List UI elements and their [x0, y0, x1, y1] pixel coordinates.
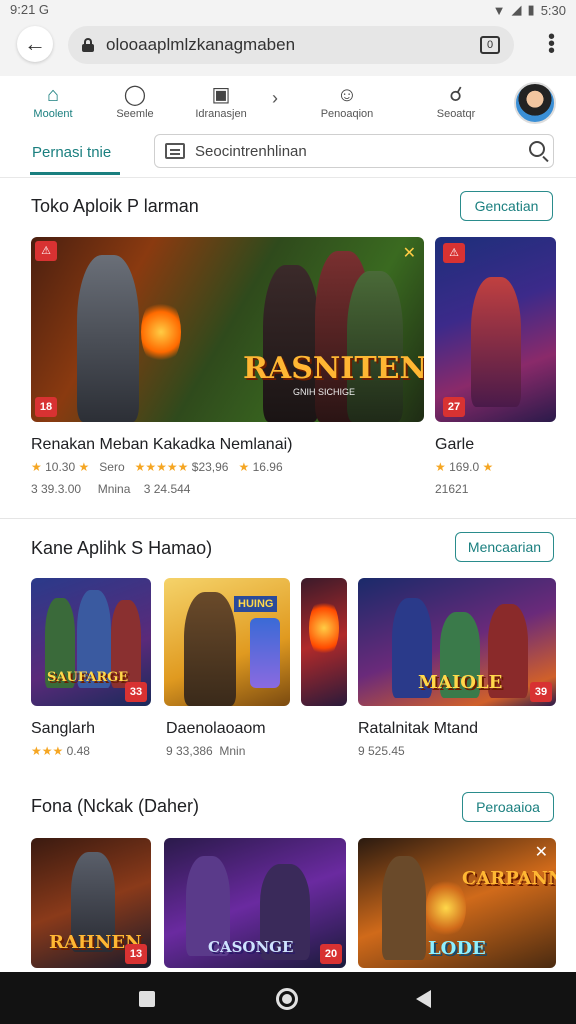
- system-nav-bar: [0, 972, 576, 1024]
- status-icons: ▼ ◢ ▮ 5:30: [493, 2, 566, 18]
- game-rating: ★★★ 0.48: [31, 744, 90, 758]
- game-downloads: 21621: [435, 482, 469, 496]
- close-icon[interactable]: ✕: [403, 243, 416, 263]
- browser-toolbar: ← olooaaplmlzkanagmaben 0 • • •: [0, 20, 576, 76]
- game-downloads: 3 39.3.00 Mnina 3 24.544: [31, 482, 191, 496]
- arrow-left-icon: ←: [24, 31, 46, 56]
- age-badge: ⚠: [443, 243, 465, 263]
- game-title[interactable]: Daenolaoaom: [166, 720, 266, 738]
- nav-item-home[interactable]: ⌂ Moolent: [28, 84, 78, 120]
- close-icon[interactable]: ✕: [535, 842, 548, 862]
- address-bar[interactable]: olooaaplmlzkanagmaben 0: [68, 26, 514, 64]
- game-card[interactable]: MAIOLE 39: [358, 578, 556, 706]
- game-art-subtitle: LODE: [428, 938, 486, 959]
- battery-icon: ▮: [527, 2, 535, 17]
- smiley-icon: ☺: [336, 84, 358, 106]
- magnifier-icon[interactable]: [529, 141, 545, 157]
- game-card[interactable]: SAUFARGE 33: [31, 578, 151, 706]
- section-title: Fona (Nckak (Daher): [31, 796, 200, 816]
- age-badge: 18: [35, 397, 57, 417]
- sub-bar: Pernasi tnie Seocintrenhlinan: [0, 134, 576, 178]
- store-icon: ▣: [211, 84, 231, 106]
- nav-item-chat[interactable]: ◯ Seemle: [110, 84, 160, 120]
- age-badge: 20: [320, 944, 342, 964]
- game-art-subtitle: GNIH SICHIGE: [293, 387, 356, 397]
- app-top-nav: ⌂ Moolent ◯ Seemle ▣ Idranasjen › ☺ Peno…: [0, 76, 576, 134]
- age-badge: 39: [530, 682, 552, 702]
- nav-item-store[interactable]: ▣ Idranasjen: [188, 84, 254, 120]
- signal-icon: ◢: [511, 2, 522, 17]
- wifi-icon: ▼: [492, 2, 506, 18]
- section-title: Kane Aplihk S Hamao): [31, 538, 213, 558]
- age-badge: 13: [125, 944, 147, 964]
- tab-switcher-button[interactable]: 0: [480, 36, 500, 54]
- game-title[interactable]: Ratalnitak Mtand: [358, 720, 478, 738]
- search-placeholder: Seocintrenhlinan: [195, 142, 307, 160]
- game-card[interactable]: CASONGE 20: [164, 838, 346, 968]
- lock-icon: [82, 38, 94, 52]
- game-title[interactable]: Garle: [435, 436, 474, 454]
- game-card[interactable]: [301, 578, 347, 706]
- status-bar: 9:21 G ▼ ◢ ▮ 5:30: [0, 0, 576, 20]
- back-triangle-icon[interactable]: [416, 990, 431, 1008]
- game-art-title: CARPANN: [462, 868, 556, 889]
- search-icon: ☌: [449, 84, 463, 106]
- game-rating: 9 525.45: [358, 744, 405, 758]
- game-card[interactable]: HUING: [164, 578, 290, 706]
- status-clock: 5:30: [540, 2, 566, 18]
- game-title[interactable]: Renakan Meban Kakadka Nemlanai): [31, 436, 292, 454]
- document-icon: [165, 143, 185, 159]
- section-more-button[interactable]: Gencatian: [460, 191, 553, 221]
- game-art-title: MAIOLE: [418, 672, 503, 693]
- avatar[interactable]: [514, 82, 556, 124]
- age-badge: ⚠: [35, 241, 57, 261]
- home-icon: ⌂: [46, 84, 60, 106]
- section-divider: [0, 518, 576, 519]
- nav-item-smiley[interactable]: ☺ Penoaqion: [314, 84, 380, 120]
- game-art-title: CASONGE: [208, 938, 294, 956]
- section-more-button[interactable]: Mencaarian: [455, 532, 554, 562]
- nav-item-label: Moolent: [33, 108, 73, 120]
- game-art-title: RASNITEN: [243, 351, 424, 386]
- game-title[interactable]: Sanglarh: [31, 720, 95, 738]
- nav-item-label: Idranasjen: [195, 108, 247, 120]
- chat-icon: ◯: [123, 84, 147, 106]
- game-card[interactable]: RAHNEN 13: [31, 838, 151, 968]
- url-text: olooaaplmlzkanagmaben: [106, 35, 296, 54]
- section-title: Toko Aploik P larman: [31, 196, 199, 216]
- age-badge: 27: [443, 397, 465, 417]
- game-card[interactable]: CARPANN LODE ✕: [358, 838, 556, 968]
- game-rating: 9 33,386 Mnin: [166, 744, 246, 758]
- recents-icon[interactable]: [139, 991, 155, 1007]
- section-more-button[interactable]: Peroaaioa: [462, 792, 554, 822]
- game-rating: ★ 169.0 ★: [435, 460, 494, 474]
- game-art-title: SAUFARGE: [47, 670, 129, 685]
- status-time: 9:21 G: [10, 2, 50, 17]
- tab-underline: [30, 172, 120, 175]
- game-art-title: HUING: [234, 596, 278, 612]
- nav-item-label: Seoatqr: [436, 108, 476, 120]
- game-rating: ★ 10.30 ★ Sero ★★★★★ $23,96 ★ 16.96: [31, 460, 283, 474]
- back-button[interactable]: ←: [17, 26, 53, 62]
- game-card[interactable]: ⚠ 27: [435, 237, 556, 422]
- featured-game-card[interactable]: RASNITEN GNIH SICHIGE ⚠ 18 ✕: [31, 237, 424, 422]
- nav-item-search[interactable]: ☌ Seoatqr: [428, 84, 484, 120]
- nav-item-label: Penoaqion: [320, 108, 374, 120]
- search-input[interactable]: Seocintrenhlinan: [154, 134, 554, 168]
- nav-item-label: Seemle: [116, 108, 154, 120]
- home-button-icon[interactable]: [276, 988, 298, 1010]
- more-menu-icon[interactable]: • • •: [548, 27, 555, 61]
- chevron-right-icon[interactable]: ›: [272, 88, 278, 109]
- tab-active[interactable]: Pernasi tnie: [32, 144, 111, 161]
- age-badge: 33: [125, 682, 147, 702]
